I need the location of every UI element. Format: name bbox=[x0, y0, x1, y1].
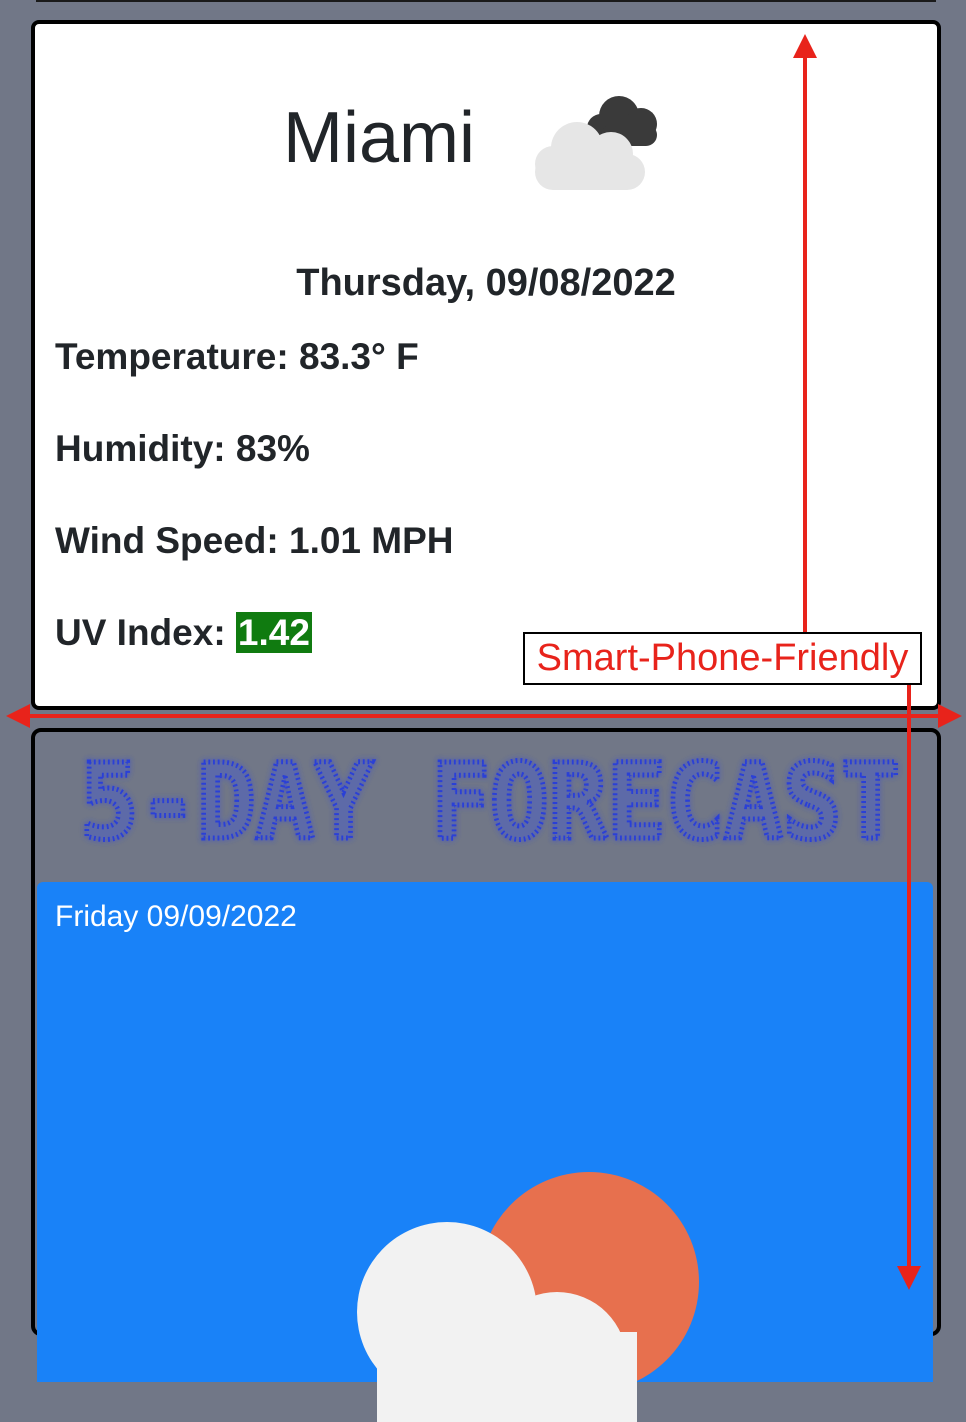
forecast-day-date: Friday 09/09/2022 bbox=[55, 900, 297, 933]
city-name: Miami bbox=[283, 98, 475, 178]
current-date: Thursday, 09/08/2022 bbox=[296, 262, 676, 304]
smart-phone-friendly-label: Smart-Phone-Friendly bbox=[523, 632, 922, 685]
uv-index-row: UV Index: 1.42 bbox=[55, 612, 312, 654]
temperature-value: Temperature: 83.3° F bbox=[55, 336, 419, 377]
uv-index-label: UV Index: bbox=[55, 612, 236, 653]
wind-speed-value: Wind Speed: 1.01 MPH bbox=[55, 520, 454, 561]
uv-index-badge: 1.42 bbox=[235, 612, 312, 653]
partly-cloudy-sun-icon bbox=[357, 1172, 699, 1422]
humidity-value: Humidity: 83% bbox=[55, 428, 310, 469]
forecast-title-text: 5-DAY FORECAST bbox=[80, 746, 900, 856]
cloudy-icon bbox=[535, 96, 657, 190]
forecast-day-card: Friday 09/09/2022 bbox=[37, 882, 933, 1422]
top-divider bbox=[36, 0, 936, 2]
forecast-card: 5-DAY FORECAST Friday 09/09/2022 bbox=[31, 728, 941, 1422]
current-weather-card: Miami Thursday, 09/08/2022 Temperature: … bbox=[31, 20, 941, 710]
forecast-title: 5-DAY FORECAST bbox=[78, 746, 903, 856]
